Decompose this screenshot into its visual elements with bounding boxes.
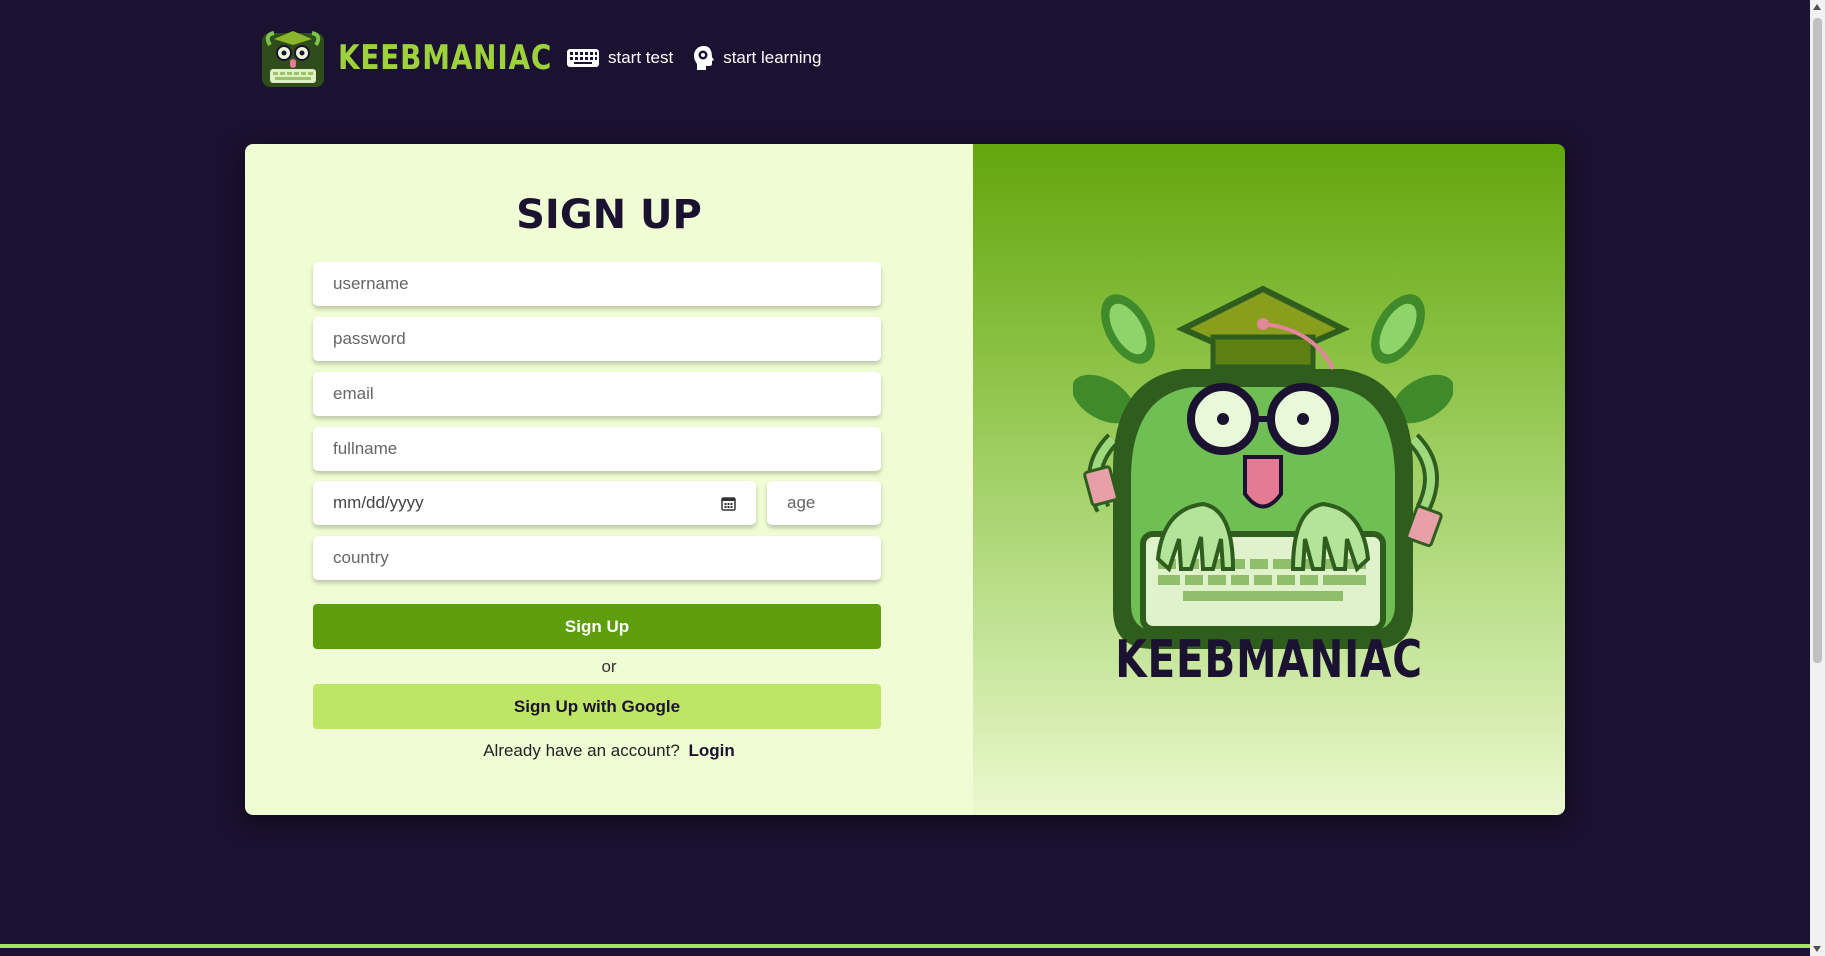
nav-start-learning[interactable]: start learning (693, 45, 821, 71)
birthdate-placeholder: mm/dd/yyyy (333, 493, 424, 512)
keyboard-icon (567, 49, 599, 67)
page-title: SIGN UP (516, 192, 702, 238)
google-signup-button[interactable]: Sign Up with Google (313, 684, 881, 729)
logo-wordmark: KEEBMANIAC (338, 38, 553, 78)
country-input[interactable] (313, 536, 881, 580)
brain-head-icon (694, 46, 715, 70)
scroll-up-icon[interactable] (1813, 4, 1821, 10)
main-nav: start test start learning (566, 45, 841, 71)
mascot-logo-icon (262, 31, 324, 87)
signup-button[interactable]: Sign Up (313, 604, 881, 649)
nav-start-test[interactable]: start test (566, 48, 673, 68)
hero-panel: KEEBMANIAC (973, 144, 1565, 815)
or-divider: or (601, 657, 617, 676)
bottom-accent-bar (0, 944, 1810, 948)
hero-brand-text: KEEBMANIAC (1115, 630, 1423, 690)
email-input[interactable] (313, 372, 881, 416)
login-prompt-text: Already have an account? (483, 741, 680, 760)
birthdate-input[interactable]: mm/dd/yyyy (313, 481, 756, 525)
fullname-input[interactable] (313, 427, 881, 471)
password-input[interactable] (313, 317, 881, 361)
calendar-icon[interactable] (721, 496, 736, 511)
login-link[interactable]: Login (689, 741, 735, 760)
page-scrollbar[interactable] (1810, 0, 1825, 956)
nav-start-learning-label: start learning (723, 48, 822, 67)
mascot-illustration-icon (1073, 285, 1453, 649)
nav-start-test-label: start test (608, 48, 674, 67)
signup-card: SIGN UP mm/dd/yyyy Sign Up or Sign Up wi… (245, 144, 1565, 815)
scroll-thumb[interactable] (1813, 18, 1822, 663)
top-navbar: KEEBMANIAC start test start learning (260, 26, 841, 90)
username-input[interactable] (313, 262, 881, 306)
login-prompt-row: Already have an account? Login (245, 741, 973, 761)
brand-logo[interactable]: KEEBMANIAC (260, 27, 578, 89)
signup-form-panel: SIGN UP mm/dd/yyyy Sign Up or Sign Up wi… (245, 144, 973, 815)
age-input[interactable] (767, 481, 881, 525)
scroll-down-icon[interactable] (1813, 946, 1821, 952)
